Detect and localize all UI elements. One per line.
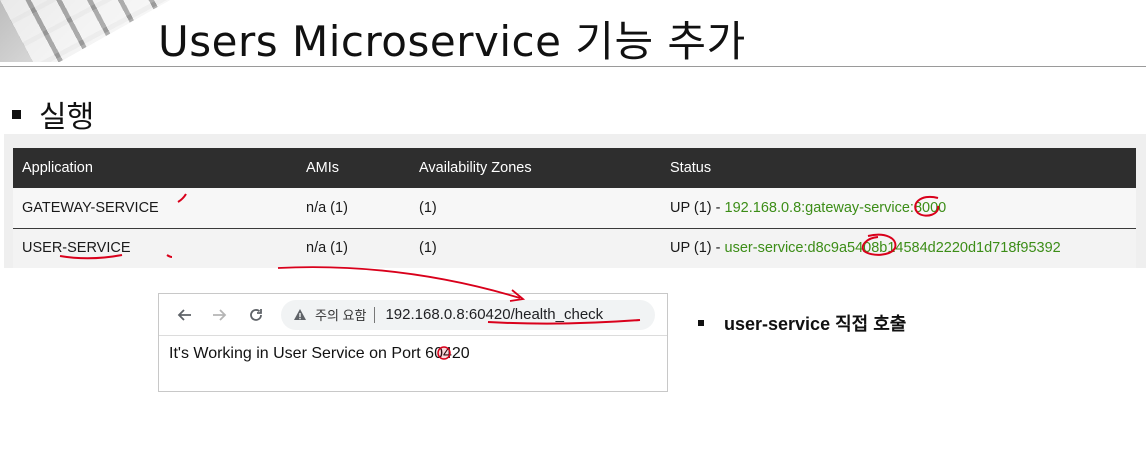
header-status: Status bbox=[670, 160, 712, 176]
url-text[interactable]: 192.168.0.8:60420/health_check bbox=[385, 306, 603, 323]
cell-amis: n/a (1) bbox=[306, 199, 348, 216]
cell-application: GATEWAY-SERVICE bbox=[22, 199, 159, 216]
cell-status: UP (1) - 192.168.0.8:gateway-service:800… bbox=[661, 188, 1136, 228]
address-bar[interactable]: 주의 요함 192.168.0.8:60420/health_check bbox=[281, 299, 655, 330]
forward-arrow-icon[interactable] bbox=[209, 304, 231, 326]
health-check-response: It's Working in User Service on Port 604… bbox=[169, 345, 470, 362]
cell-zones: (1) bbox=[419, 199, 437, 216]
header-application: Application bbox=[22, 160, 93, 176]
cell-status: UP (1) - user-service:d8c9a5408b14584d22… bbox=[661, 228, 1136, 268]
status-prefix: UP (1) - bbox=[670, 199, 725, 216]
header-availability-zones: Availability Zones bbox=[419, 160, 532, 176]
bullet-direct-call: user-service 직접 호출 bbox=[698, 310, 906, 336]
cell-application: USER-SERVICE bbox=[22, 240, 131, 257]
bullet-direct-call-label: user-service 직접 호출 bbox=[724, 314, 907, 334]
url-port: 60420 bbox=[468, 306, 511, 323]
security-warning-label[interactable]: 주의 요함 bbox=[315, 305, 366, 324]
warning-triangle-icon[interactable] bbox=[293, 308, 307, 322]
address-divider bbox=[374, 306, 376, 323]
reload-icon[interactable] bbox=[245, 304, 267, 326]
browser-page-content: It's Working in User Service on Port 604… bbox=[159, 336, 667, 363]
url-path: /health_check bbox=[510, 306, 604, 323]
slide-title: Users Microservice 기능 추가 bbox=[158, 17, 746, 66]
instance-link[interactable]: user-service:d8c9a5408b14584d2220d1d718f… bbox=[725, 240, 1061, 256]
cell-amis: n/a (1) bbox=[306, 240, 348, 257]
title-divider bbox=[0, 66, 1146, 67]
table-row: GATEWAY-SERVICE n/a (1) (1) UP (1) - 192… bbox=[13, 188, 1136, 228]
url-host: 192.168.0.8: bbox=[385, 306, 469, 323]
header-amis: AMIs bbox=[306, 160, 340, 176]
bullet-square-icon bbox=[12, 109, 21, 119]
table-row: USER-SERVICE n/a (1) (1) UP (1) - user-s… bbox=[13, 228, 1136, 268]
cell-zones: (1) bbox=[419, 240, 437, 257]
browser-toolbar: 주의 요함 192.168.0.8:60420/health_check bbox=[159, 294, 667, 336]
instance-link[interactable]: 192.168.0.8:gateway-service:8000 bbox=[725, 200, 947, 216]
eureka-instances-table: Application AMIs Availability Zones Stat… bbox=[13, 148, 1136, 268]
bullet-run: 실행 bbox=[12, 92, 94, 136]
browser-window: 주의 요함 192.168.0.8:60420/health_check It'… bbox=[158, 293, 668, 392]
table-header-row: Application AMIs Availability Zones Stat… bbox=[13, 148, 1136, 188]
bullet-run-label: 실행 bbox=[39, 100, 95, 135]
bullet-square-icon bbox=[698, 320, 704, 326]
status-prefix: UP (1) - bbox=[670, 240, 725, 257]
back-arrow-icon[interactable] bbox=[173, 304, 195, 326]
laptop-keyboard-decoration bbox=[0, 0, 170, 62]
